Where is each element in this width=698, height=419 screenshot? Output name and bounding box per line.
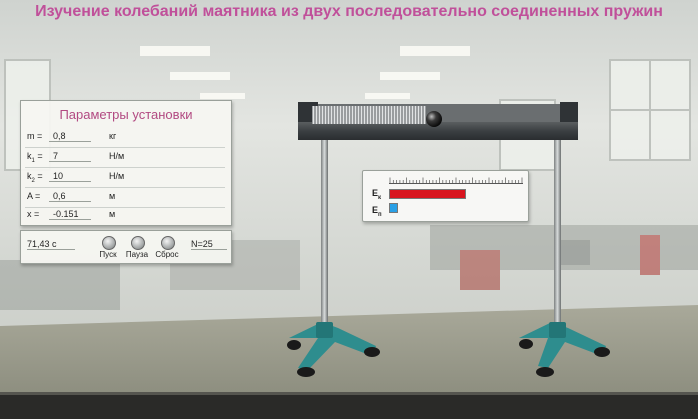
row-divider	[25, 167, 225, 168]
spring	[312, 106, 426, 124]
k1-unit: Н/м	[109, 151, 125, 161]
ceiling-lights	[140, 46, 470, 99]
parameters-panel: Параметры установки m = 0,8 кг k1 = 7 Н/…	[20, 100, 232, 226]
reset-icon	[161, 236, 175, 250]
start-icon	[102, 236, 116, 250]
amplitude-unit: м	[109, 191, 116, 201]
kinetic-energy-bar	[389, 189, 466, 199]
controls-panel: 71,43 с Пуск Пауза Сброс N=25	[20, 230, 232, 264]
parameters-panel-title: Параметры установки	[59, 107, 193, 122]
potential-energy-label: Eп	[372, 205, 382, 218]
energy-scale	[389, 177, 523, 184]
displacement-value: -0.151	[49, 209, 91, 220]
energy-panel: Eк Eп	[362, 170, 529, 222]
reset-button[interactable]: Сброс	[154, 234, 180, 262]
pause-icon	[131, 236, 145, 250]
row-divider	[25, 147, 225, 148]
left-stand-pole	[321, 135, 328, 330]
elapsed-time: 71,43 с	[27, 239, 75, 250]
k1-input[interactable]: 7	[49, 151, 91, 162]
pendulum-mass	[426, 111, 442, 127]
potential-energy-bar	[389, 203, 398, 213]
row-divider	[25, 207, 225, 208]
right-stand-pole	[554, 135, 561, 330]
oscillation-count: N=25	[191, 239, 227, 250]
mass-unit: кг	[109, 131, 117, 141]
page-title: Изучение колебаний маятника из двух посл…	[35, 3, 663, 20]
mass-input[interactable]: 0,8	[49, 131, 91, 142]
k2-unit: Н/м	[109, 171, 125, 181]
kinetic-energy-label: Eк	[372, 188, 382, 201]
amplitude-input[interactable]: 0,6	[49, 191, 91, 202]
k2-input[interactable]: 10	[49, 171, 91, 182]
pause-button[interactable]: Пауза	[124, 234, 150, 262]
table-edge	[0, 392, 698, 419]
row-divider	[25, 187, 225, 188]
displacement-unit: м	[109, 209, 116, 219]
reset-label: Сброс	[155, 250, 179, 259]
